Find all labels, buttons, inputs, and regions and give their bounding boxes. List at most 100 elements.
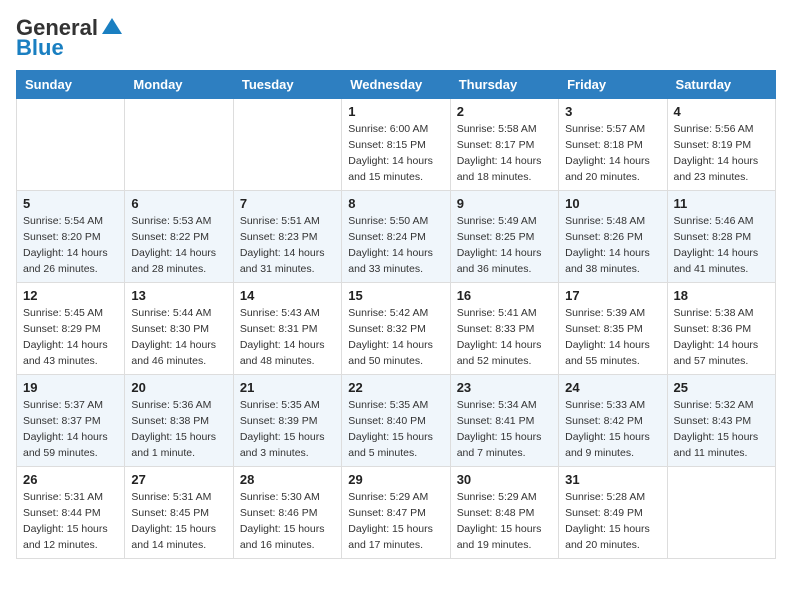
calendar-cell: 31 Sunrise: 5:28 AM Sunset: 8:49 PM Dayli… (559, 467, 667, 559)
calendar-cell: 18 Sunrise: 5:38 AM Sunset: 8:36 PM Dayli… (667, 283, 775, 375)
day-info: Sunrise: 5:53 AM Sunset: 8:22 PM Dayligh… (131, 214, 226, 277)
calendar-cell: 13 Sunrise: 5:44 AM Sunset: 8:30 PM Dayli… (125, 283, 233, 375)
calendar-week-row: 26Sunrise: 5:31 AM Sunset: 8:44 PM Dayli… (17, 467, 776, 559)
day-number: 26 (23, 472, 118, 487)
day-number: 19 (23, 380, 118, 395)
day-number: 12 (23, 288, 118, 303)
calendar-cell (233, 99, 341, 191)
calendar-cell: 20Sunrise: 5:36 AM Sunset: 8:38 PM Dayli… (125, 375, 233, 467)
day-info: Sunrise: 5:44 AM Sunset: 8:30 PM Dayligh… (131, 306, 226, 369)
day-of-week-header: Sunday (17, 71, 125, 99)
calendar-cell: 17Sunrise: 5:39 AM Sunset: 8:35 PM Dayli… (559, 283, 667, 375)
calendar-cell: 5 Sunrise: 5:54 AM Sunset: 8:20 PM Daylig… (17, 191, 125, 283)
calendar-cell: 19 Sunrise: 5:37 AM Sunset: 8:37 PM Dayli… (17, 375, 125, 467)
header: General Blue (16, 16, 776, 60)
day-info: Sunrise: 5:37 AM Sunset: 8:37 PM Dayligh… (23, 398, 118, 461)
day-info: Sunrise: 5:28 AM Sunset: 8:49 PM Dayligh… (565, 490, 660, 553)
calendar-cell: 6 Sunrise: 5:53 AM Sunset: 8:22 PM Daylig… (125, 191, 233, 283)
day-info: Sunrise: 5:36 AM Sunset: 8:38 PM Dayligh… (131, 398, 226, 461)
day-info: Sunrise: 5:41 AM Sunset: 8:33 PM Dayligh… (457, 306, 552, 369)
day-info: Sunrise: 5:30 AM Sunset: 8:46 PM Dayligh… (240, 490, 335, 553)
day-number: 11 (674, 196, 769, 211)
logo: General Blue (16, 16, 122, 60)
day-info: Sunrise: 5:29 AM Sunset: 8:47 PM Dayligh… (348, 490, 443, 553)
day-info: Sunrise: 5:43 AM Sunset: 8:31 PM Dayligh… (240, 306, 335, 369)
calendar-cell: 26Sunrise: 5:31 AM Sunset: 8:44 PM Dayli… (17, 467, 125, 559)
day-info: Sunrise: 5:50 AM Sunset: 8:24 PM Dayligh… (348, 214, 443, 277)
day-number: 29 (348, 472, 443, 487)
day-number: 9 (457, 196, 552, 211)
logo-blue: Blue (16, 36, 64, 60)
calendar-cell: 2 Sunrise: 5:58 AM Sunset: 8:17 PM Daylig… (450, 99, 558, 191)
calendar-cell: 30Sunrise: 5:29 AM Sunset: 8:48 PM Dayli… (450, 467, 558, 559)
calendar-cell: 9 Sunrise: 5:49 AM Sunset: 8:25 PM Daylig… (450, 191, 558, 283)
day-number: 10 (565, 196, 660, 211)
calendar-cell: 23 Sunrise: 5:34 AM Sunset: 8:41 PM Dayli… (450, 375, 558, 467)
day-of-week-header: Thursday (450, 71, 558, 99)
day-number: 31 (565, 472, 660, 487)
day-number: 23 (457, 380, 552, 395)
day-number: 21 (240, 380, 335, 395)
day-number: 16 (457, 288, 552, 303)
day-number: 8 (348, 196, 443, 211)
day-info: Sunrise: 5:34 AM Sunset: 8:41 PM Dayligh… (457, 398, 552, 461)
day-info: Sunrise: 5:35 AM Sunset: 8:39 PM Dayligh… (240, 398, 335, 461)
day-info: Sunrise: 6:00 AM Sunset: 8:15 PM Dayligh… (348, 122, 443, 185)
day-info: Sunrise: 5:45 AM Sunset: 8:29 PM Dayligh… (23, 306, 118, 369)
day-number: 7 (240, 196, 335, 211)
day-number: 25 (674, 380, 769, 395)
calendar-week-row: 1 Sunrise: 6:00 AM Sunset: 8:15 PM Daylig… (17, 99, 776, 191)
day-info: Sunrise: 5:54 AM Sunset: 8:20 PM Dayligh… (23, 214, 118, 277)
calendar-cell: 22 Sunrise: 5:35 AM Sunset: 8:40 PM Dayli… (342, 375, 450, 467)
day-info: Sunrise: 5:48 AM Sunset: 8:26 PM Dayligh… (565, 214, 660, 277)
day-number: 6 (131, 196, 226, 211)
day-number: 5 (23, 196, 118, 211)
day-number: 3 (565, 104, 660, 119)
calendar-cell: 8 Sunrise: 5:50 AM Sunset: 8:24 PM Daylig… (342, 191, 450, 283)
calendar-week-row: 5 Sunrise: 5:54 AM Sunset: 8:20 PM Daylig… (17, 191, 776, 283)
day-number: 2 (457, 104, 552, 119)
calendar-header: SundayMondayTuesdayWednesdayThursdayFrid… (17, 71, 776, 99)
calendar-cell: 28 Sunrise: 5:30 AM Sunset: 8:46 PM Dayli… (233, 467, 341, 559)
day-info: Sunrise: 5:49 AM Sunset: 8:25 PM Dayligh… (457, 214, 552, 277)
calendar-cell: 12 Sunrise: 5:45 AM Sunset: 8:29 PM Dayli… (17, 283, 125, 375)
day-info: Sunrise: 5:38 AM Sunset: 8:36 PM Dayligh… (674, 306, 769, 369)
day-info: Sunrise: 5:56 AM Sunset: 8:19 PM Dayligh… (674, 122, 769, 185)
day-info: Sunrise: 5:29 AM Sunset: 8:48 PM Dayligh… (457, 490, 552, 553)
day-number: 17 (565, 288, 660, 303)
calendar-week-row: 12 Sunrise: 5:45 AM Sunset: 8:29 PM Dayli… (17, 283, 776, 375)
day-info: Sunrise: 5:31 AM Sunset: 8:45 PM Dayligh… (131, 490, 226, 553)
calendar-cell: 14Sunrise: 5:43 AM Sunset: 8:31 PM Dayli… (233, 283, 341, 375)
calendar-cell: 11 Sunrise: 5:46 AM Sunset: 8:28 PM Dayli… (667, 191, 775, 283)
calendar-cell: 7 Sunrise: 5:51 AM Sunset: 8:23 PM Daylig… (233, 191, 341, 283)
day-number: 22 (348, 380, 443, 395)
day-number: 27 (131, 472, 226, 487)
day-number: 1 (348, 104, 443, 119)
calendar-cell: 24Sunrise: 5:33 AM Sunset: 8:42 PM Dayli… (559, 375, 667, 467)
day-of-week-header: Monday (125, 71, 233, 99)
calendar-cell: 15Sunrise: 5:42 AM Sunset: 8:32 PM Dayli… (342, 283, 450, 375)
day-of-week-header: Tuesday (233, 71, 341, 99)
day-info: Sunrise: 5:58 AM Sunset: 8:17 PM Dayligh… (457, 122, 552, 185)
calendar-cell: 29 Sunrise: 5:29 AM Sunset: 8:47 PM Dayli… (342, 467, 450, 559)
day-of-week-header: Saturday (667, 71, 775, 99)
calendar-cell: 27 Sunrise: 5:31 AM Sunset: 8:45 PM Dayli… (125, 467, 233, 559)
logo-arrow-icon (100, 16, 122, 38)
day-number: 13 (131, 288, 226, 303)
day-of-week-header: Wednesday (342, 71, 450, 99)
calendar-week-row: 19 Sunrise: 5:37 AM Sunset: 8:37 PM Dayli… (17, 375, 776, 467)
calendar-cell: 4 Sunrise: 5:56 AM Sunset: 8:19 PM Daylig… (667, 99, 775, 191)
calendar-table: SundayMondayTuesdayWednesdayThursdayFrid… (16, 70, 776, 559)
day-number: 4 (674, 104, 769, 119)
day-info: Sunrise: 5:51 AM Sunset: 8:23 PM Dayligh… (240, 214, 335, 277)
day-number: 18 (674, 288, 769, 303)
calendar-cell: 1 Sunrise: 6:00 AM Sunset: 8:15 PM Daylig… (342, 99, 450, 191)
calendar-cell (667, 467, 775, 559)
day-of-week-header: Friday (559, 71, 667, 99)
calendar-cell: 21 Sunrise: 5:35 AM Sunset: 8:39 PM Dayli… (233, 375, 341, 467)
day-info: Sunrise: 5:46 AM Sunset: 8:28 PM Dayligh… (674, 214, 769, 277)
day-number: 28 (240, 472, 335, 487)
day-info: Sunrise: 5:35 AM Sunset: 8:40 PM Dayligh… (348, 398, 443, 461)
calendar-cell: 25Sunrise: 5:32 AM Sunset: 8:43 PM Dayli… (667, 375, 775, 467)
calendar-cell (125, 99, 233, 191)
